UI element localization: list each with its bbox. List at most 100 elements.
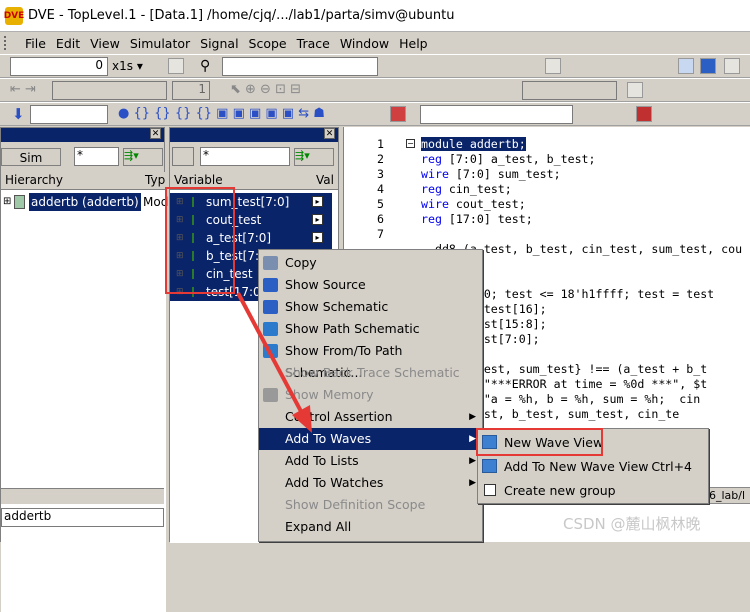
code-line: reg [7:0] a_test, b_test; <box>421 152 750 167</box>
menu-edit[interactable]: Edit <box>51 36 85 51</box>
wave-add-icon <box>482 459 497 473</box>
time-unit-label: x1s <box>112 59 133 73</box>
line-numbers: 1234567 <box>359 137 384 242</box>
submenu-item-label: Add To New Wave View <box>504 459 649 474</box>
search-combo[interactable] <box>222 57 378 76</box>
code-text: [7:0] sum_test; <box>448 167 561 181</box>
hierarchy-row[interactable]: ⊞ addertb (addertb) Mod <box>1 193 168 211</box>
scope-combo[interactable] <box>52 81 167 100</box>
menu-signal[interactable]: Signal <box>195 36 243 51</box>
menu-scope[interactable]: Scope <box>244 36 292 51</box>
menu-help[interactable]: Help <box>394 36 433 51</box>
submenu-item-add-to-new-wave-view[interactable]: Add To New Wave View Ctrl+4 <box>478 455 708 479</box>
code-line: reg [17:0] test; <box>421 212 750 227</box>
step-input[interactable]: 1 <box>172 81 210 100</box>
hierarchy-row-name: addertb (addertb) <box>29 193 141 211</box>
menu-item-add-to-watches[interactable]: Add To Watches ▶ <box>259 472 482 494</box>
time-unit-select[interactable]: x1s ▾ <box>112 59 143 73</box>
grid-icon[interactable] <box>627 82 643 98</box>
col-hierarchy[interactable]: Hierarchy <box>5 172 145 189</box>
h-scrollbar[interactable] <box>1 488 164 504</box>
code-keyword: reg <box>421 212 442 226</box>
annotation-box-new-wave-view <box>476 428 603 456</box>
signal-input[interactable] <box>30 105 108 124</box>
close-icon[interactable]: ✕ <box>150 128 161 139</box>
menu-item-copy[interactable]: Copy <box>259 252 482 274</box>
col-type[interactable]: Typ <box>145 172 165 189</box>
menu-bar: File Edit View Simulator Signal Scope Trace Win… <box>0 32 750 54</box>
menu-item-show-definition-scope: Show Definition Scope <box>259 494 482 516</box>
filter-options-icon[interactable]: ⇶▾ <box>294 148 334 166</box>
toolbar-2: ⇤ ⇥ 1 ⬉ ⊕ ⊖ ⊡ ⊟ <box>0 78 750 102</box>
copy-icon <box>263 256 278 270</box>
code-keyword: reg <box>421 152 442 166</box>
submenu-arrow-icon: ▶ <box>469 456 476 466</box>
submenu-item-label: Create new group <box>504 483 616 498</box>
hierarchy-filter[interactable]: * <box>74 147 119 166</box>
code-text: [17:0] test; <box>441 212 533 226</box>
menu-grip <box>4 36 16 50</box>
value-icon: ▸ <box>312 196 323 207</box>
dve-logo: DVE <box>4 6 24 25</box>
watermark: CSDN @麓山枫林晚 <box>563 515 701 533</box>
menu-item-label: Show Definition Scope <box>285 497 426 512</box>
col-value[interactable]: Val <box>316 172 334 189</box>
wave-view-icon[interactable] <box>678 58 694 74</box>
zoom-combo[interactable] <box>522 81 617 100</box>
close-icon[interactable]: ✕ <box>324 128 335 139</box>
value-icon: ▸ <box>312 214 323 225</box>
code-keyword: wire <box>421 167 449 181</box>
hierarchy-tree: Hierarchy Typ ⊞ addertb (addertb) Mod <box>1 172 168 612</box>
line-number: 5 <box>377 197 384 211</box>
submenu-arrow-icon: ▶ <box>469 434 476 444</box>
list-view-icon[interactable] <box>724 58 740 74</box>
code-keyword: wire <box>421 197 449 211</box>
line-number: 3 <box>377 167 384 181</box>
value-icon: ▸ <box>312 232 323 243</box>
annotation-arrow <box>236 292 312 433</box>
menu-item-add-to-lists[interactable]: Add To Lists ▶ <box>259 450 482 472</box>
menu-simulator[interactable]: Simulator <box>125 36 195 51</box>
line-number: 1 <box>377 137 384 151</box>
menu-item-label: Copy <box>285 255 317 270</box>
code-line: reg cin_test; <box>421 182 750 197</box>
filter-options-icon[interactable]: ⇶▾ <box>123 148 163 166</box>
line-number: 2 <box>377 152 384 166</box>
time-input[interactable]: 0 <box>10 57 108 76</box>
binoculars-icon[interactable]: ⚲ <box>200 58 216 74</box>
collapse-icon[interactable]: − <box>406 139 415 148</box>
submenu-item-create-new-group[interactable]: Create new group <box>478 479 708 503</box>
schematic-view-icon[interactable] <box>700 58 716 74</box>
expand-icon[interactable]: ⊞ <box>3 193 11 211</box>
line-number: 7 <box>377 227 384 241</box>
title-bar: DVE DVE - TopLevel.1 - [Data.1] /home/cj… <box>0 0 750 32</box>
menu-view[interactable]: View <box>85 36 125 51</box>
menu-item-label: Add To Lists <box>285 453 359 468</box>
hierarchy-scope-combo[interactable]: addertb <box>1 508 164 527</box>
toolbar-3: ⬇ ● {} {} {} {} ▣ ▣ ▣ ▣ ▣ ⇆ ☗ <box>0 102 750 126</box>
menu-trace[interactable]: Trace <box>292 36 335 51</box>
menu-window[interactable]: Window <box>335 36 394 51</box>
code-text: module addertb; <box>421 137 526 151</box>
shortcut-label: Ctrl+4 <box>651 459 692 474</box>
toolbar-1: 0 x1s ▾ ⚲ <box>0 54 750 78</box>
document-icon[interactable] <box>545 58 561 74</box>
find-icon[interactable] <box>168 58 184 74</box>
view-menu-icon[interactable] <box>172 147 194 166</box>
line-number: 6 <box>377 212 384 226</box>
checkbox-icon[interactable] <box>484 484 496 496</box>
variable-filter[interactable]: * <box>200 147 290 166</box>
back-forward-icons: ⇤ ⇥ <box>10 82 36 97</box>
module-icon <box>14 195 25 209</box>
menu-item-label: Add To Watches <box>285 475 384 490</box>
trace-combo[interactable] <box>420 105 573 124</box>
step-down-icon[interactable]: ⬇ <box>12 105 25 123</box>
menu-file[interactable]: File <box>20 36 51 51</box>
trace-icon[interactable] <box>390 106 406 122</box>
stop-icon[interactable] <box>636 106 652 122</box>
menu-item-expand-all[interactable]: Expand All <box>259 516 482 538</box>
sim-tab[interactable]: Sim <box>1 148 61 166</box>
window-title: DVE - TopLevel.1 - [Data.1] /home/cjq/..… <box>28 8 455 23</box>
annotation-box-signals <box>165 187 235 294</box>
